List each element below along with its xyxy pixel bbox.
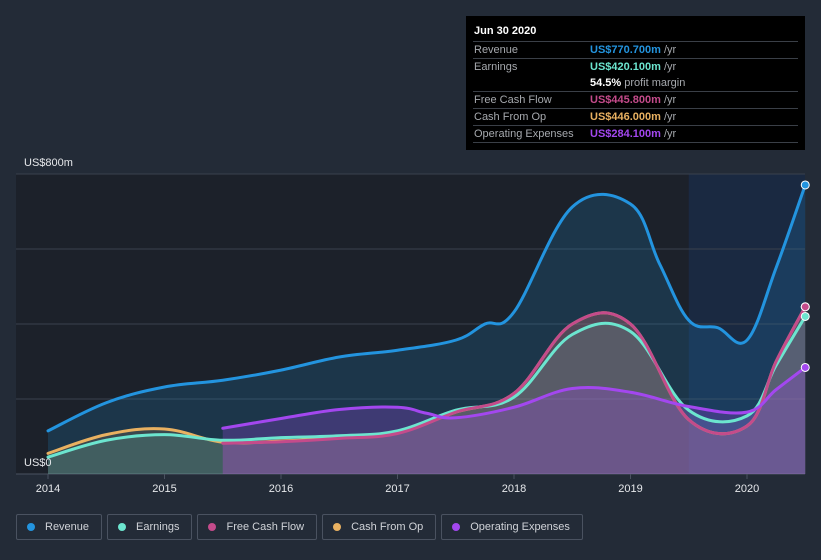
earnings-endpoint[interactable] <box>800 311 810 321</box>
tooltip-label <box>473 75 590 91</box>
tooltip-row-cash-from-op: Cash From Op US$446.000m /yr <box>473 109 798 126</box>
legend-item-earnings[interactable]: Earnings <box>107 514 193 540</box>
x-tick-label: 2019 <box>618 483 642 495</box>
operating-expenses-endpoint[interactable] <box>800 362 810 372</box>
legend-label: Cash From Op <box>351 521 424 533</box>
legend-dot-icon <box>452 523 461 531</box>
revenue-endpoint[interactable] <box>800 180 810 190</box>
tooltip-unit: /yr <box>663 128 677 140</box>
tooltip-unit: profit margin <box>624 77 686 89</box>
tooltip-row-operating-expenses: Operating Expenses US$284.100m /yr <box>473 126 798 143</box>
x-tick-label: 2018 <box>502 483 526 495</box>
tooltip-value: US$420.100m <box>590 61 661 73</box>
tooltip-row-earnings: Earnings US$420.100m /yr <box>473 59 798 75</box>
x-tick-label: 2020 <box>735 483 759 495</box>
tooltip-value: 54.5% <box>590 77 622 89</box>
x-tick-label: 2014 <box>36 483 60 495</box>
tooltip-value: US$445.800m <box>590 94 661 106</box>
tooltip-unit: /yr <box>663 61 677 73</box>
tooltip-row-free-cash-flow: Free Cash Flow US$445.800m /yr <box>473 92 798 109</box>
legend-dot-icon <box>208 523 217 531</box>
y-bottom-label: US$0 <box>24 457 52 469</box>
x-tick-label: 2016 <box>269 483 293 495</box>
tooltip-label: Operating Expenses <box>474 128 574 140</box>
legend-item-cash-from-op[interactable]: Cash From Op <box>322 514 437 540</box>
legend-dot-icon <box>27 523 35 531</box>
tooltip-unit: /yr <box>663 44 677 56</box>
legend-dot-icon <box>118 523 127 531</box>
legend-item-revenue[interactable]: Revenue <box>16 514 103 540</box>
tooltip-label: Free Cash Flow <box>474 94 552 106</box>
legend-label: Operating Expenses <box>470 521 570 533</box>
y-top-label: US$800m <box>24 157 73 169</box>
tooltip: Jun 30 2020 Revenue US$770.700m /yr Earn… <box>466 16 805 150</box>
tooltip-label: Revenue <box>474 44 519 56</box>
legend-dot-icon <box>333 523 342 531</box>
tooltip-date: Jun 30 2020 <box>473 22 798 42</box>
tooltip-row-revenue: Revenue US$770.700m /yr <box>473 42 798 59</box>
tooltip-value: US$446.000m <box>590 111 661 123</box>
legend: Revenue Earnings Free Cash Flow Cash Fro… <box>16 514 583 540</box>
tooltip-value: US$770.700m <box>590 44 661 56</box>
legend-label: Revenue <box>45 521 90 533</box>
tooltip-label: Earnings <box>474 61 518 73</box>
tooltip-value: US$284.100m <box>590 128 661 140</box>
x-tick-label: 2017 <box>385 483 409 495</box>
tooltip-unit: /yr <box>663 111 677 123</box>
legend-label: Free Cash Flow <box>226 521 305 533</box>
tooltip-label: Cash From Op <box>474 111 547 123</box>
free-cash-flow-endpoint[interactable] <box>800 302 810 312</box>
tooltip-row-profit-margin: 54.5% profit margin <box>473 75 798 92</box>
legend-item-operating-expenses[interactable]: Operating Expenses <box>441 514 583 540</box>
legend-item-free-cash-flow[interactable]: Free Cash Flow <box>197 514 318 540</box>
x-tick-label: 2015 <box>152 483 176 495</box>
tooltip-unit: /yr <box>663 94 677 106</box>
legend-label: Earnings <box>136 521 180 533</box>
